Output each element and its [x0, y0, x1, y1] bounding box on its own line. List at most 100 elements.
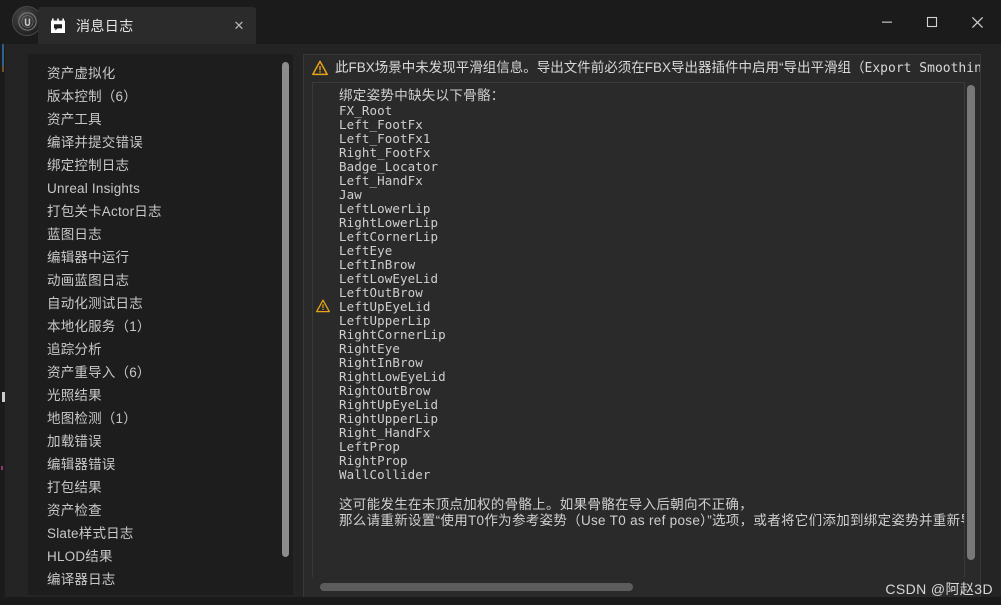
log-message-panel: 此FBX场景中未发现平滑组信息。导出文件前必须在FBX导出器插件中启用“导出平滑…: [303, 54, 981, 605]
log-line[interactable]: [313, 482, 964, 497]
log-line[interactable]: RightLowerLip: [313, 215, 964, 230]
sidebar-item[interactable]: 本地化服务（1）: [28, 315, 293, 338]
log-line[interactable]: RightCornerLip: [313, 327, 964, 342]
log-line[interactable]: Left_FootFx: [313, 117, 964, 132]
log-category-list: 资产虚拟化 版本控制（6） 资产工具 编译并提交错误 绑定控制日志 Unreal Insi…: [28, 54, 293, 591]
log-line-text: RightUpperLip: [339, 411, 439, 426]
sidebar-item[interactable]: HLOD结果: [28, 545, 293, 568]
log-horizontal-scrollbar-thumb[interactable]: [320, 583, 633, 591]
edge-pink-segment: [1, 466, 3, 470]
log-line[interactable]: LeftUpEyeLid: [313, 300, 964, 314]
warning-icon: [312, 60, 328, 76]
sidebar-item[interactable]: 绑定控制日志: [28, 154, 293, 177]
sidebar-item[interactable]: 编辑器中运行: [28, 246, 293, 269]
log-line[interactable]: Left_HandFx: [313, 173, 964, 188]
log-line[interactable]: LeftProp: [313, 439, 964, 454]
log-line-text: Badge_Locator: [339, 159, 439, 174]
sidebar-item[interactable]: 资产工具: [28, 108, 293, 131]
sidebar-item[interactable]: 蓝图日志: [28, 223, 293, 246]
log-line-text: LeftLowEyeLid: [339, 271, 439, 286]
title-bar: 消息日志 ✕: [5, 0, 1001, 44]
log-line[interactable]: LeftLowerLip: [313, 201, 964, 216]
tab-title: 消息日志: [76, 17, 134, 34]
watermark: CSDN @阿赵3D: [885, 581, 993, 597]
window-close-button[interactable]: [954, 0, 1001, 44]
log-line-text: LeftLowerLip: [339, 201, 431, 216]
log-line-text: RightCornerLip: [339, 327, 446, 342]
log-line-text: Right_HandFx: [339, 425, 431, 440]
log-line[interactable]: 那么请重新设置“使用T0作为参考姿势（Use T0 as ref pose）”选…: [313, 513, 964, 529]
log-line[interactable]: Jaw: [313, 188, 964, 202]
sidebar-item[interactable]: 编辑器错误: [28, 453, 293, 476]
log-line[interactable]: LeftEye: [313, 244, 964, 258]
sidebar-item[interactable]: 地图检测（1）: [28, 407, 293, 430]
log-line-text: LeftProp: [339, 439, 401, 454]
log-line[interactable]: Left_FootFx1: [313, 131, 964, 146]
log-line-text: 这可能发生在未顶点加权的骨骼上。如果骨骼在导入后朝向不正确，: [339, 497, 753, 512]
log-line[interactable]: RightOutBrow: [313, 383, 964, 398]
close-icon[interactable]: ✕: [230, 17, 248, 35]
log-header-text-mono: Export Smoothing Grou: [864, 61, 980, 76]
sidebar-item[interactable]: 光照结果: [28, 384, 293, 407]
log-line[interactable]: 这可能发生在未顶点加权的骨骼上。如果骨骼在导入后朝向不正确，: [313, 497, 964, 513]
log-line-text: RightLowEyeLid: [339, 369, 446, 384]
log-line-text: Left_FootFx1: [339, 131, 431, 146]
sidebar-item[interactable]: 资产检查: [28, 499, 293, 522]
sidebar-scrollbar[interactable]: [282, 62, 289, 587]
log-line-text: RightLowerLip: [339, 215, 439, 230]
sidebar-item[interactable]: 资产重导入（6）: [28, 361, 293, 384]
window-body: 资产虚拟化 版本控制（6） 资产工具 编译并提交错误 绑定控制日志 Unreal Insi…: [5, 44, 1001, 605]
log-header-text-cjk: 此FBX场景中未发现平滑组信息。导出文件前必须在FBX导出器插件中启用“导出平滑…: [335, 60, 865, 75]
log-horizontal-scrollbar[interactable]: [314, 583, 964, 591]
log-line[interactable]: LeftCornerLip: [313, 230, 964, 244]
log-line[interactable]: RightProp: [313, 454, 964, 468]
sidebar-item[interactable]: 资产虚拟化: [28, 62, 293, 85]
sidebar-item[interactable]: 编译器日志: [28, 568, 293, 591]
sidebar-item[interactable]: 动画蓝图日志: [28, 269, 293, 292]
log-line[interactable]: RightInBrow: [313, 355, 964, 370]
tab-message-log[interactable]: 消息日志 ✕: [38, 7, 256, 44]
log-line[interactable]: FX_Root: [313, 103, 964, 118]
sidebar-item[interactable]: 编译并提交错误: [28, 131, 293, 154]
log-line[interactable]: WallCollider: [313, 467, 964, 482]
sidebar-scrollbar-thumb[interactable]: [282, 62, 289, 557]
log-line-text: Left_FootFx: [339, 117, 423, 132]
log-line-text: LeftUpperLip: [339, 313, 431, 328]
sidebar-item[interactable]: 打包结果: [28, 476, 293, 499]
log-line-text: WallCollider: [339, 467, 431, 482]
log-vertical-scrollbar-thumb[interactable]: [967, 85, 975, 560]
message-log-window: 消息日志 ✕ 资产虚拟化 版本控制（6） 资产工具 编译并提交错误 绑定控制日志…: [0, 0, 1001, 605]
minimize-button[interactable]: [864, 0, 909, 44]
log-line-text: RightEye: [339, 341, 401, 356]
sidebar-item[interactable]: 加载错误: [28, 430, 293, 453]
sidebar-item[interactable]: 自动化测试日志: [28, 292, 293, 315]
log-line[interactable]: LeftOutBrow: [313, 286, 964, 300]
log-line[interactable]: LeftLowEyeLid: [313, 271, 964, 286]
sidebar-item[interactable]: 版本控制（6）: [28, 85, 293, 108]
log-line[interactable]: LeftInBrow: [313, 258, 964, 272]
log-line[interactable]: Right_HandFx: [313, 425, 964, 440]
log-line[interactable]: RightUpEyeLid: [313, 398, 964, 412]
log-line[interactable]: Badge_Locator: [313, 159, 964, 174]
maximize-button[interactable]: [909, 0, 954, 44]
log-line-text: RightInBrow: [339, 355, 423, 370]
log-line-text: RightOutBrow: [339, 383, 431, 398]
sidebar-item[interactable]: Slate样式日志: [28, 522, 293, 545]
log-line[interactable]: RightUpperLip: [313, 411, 964, 426]
log-line-text: 绑定姿势中缺失以下骨骼：: [339, 88, 505, 103]
log-line[interactable]: RightLowEyeLid: [313, 369, 964, 384]
log-line-text: FX_Root: [339, 103, 393, 118]
sidebar-item[interactable]: 打包关卡Actor日志: [28, 200, 293, 223]
log-scroll-viewport: 绑定姿势中缺失以下骨骼： FX_Root Left_FootFx Left_FootF…: [312, 82, 965, 577]
edge-amber-segment: [2, 66, 4, 72]
sidebar-item[interactable]: 追踪分析: [28, 338, 293, 361]
log-line[interactable]: RightEye: [313, 341, 964, 356]
log-line[interactable]: Right_FootFx: [313, 146, 964, 160]
log-line-text: Left_HandFx: [339, 173, 423, 188]
log-header-message[interactable]: 此FBX场景中未发现平滑组信息。导出文件前必须在FBX导出器插件中启用“导出平滑…: [304, 55, 980, 82]
sidebar-item[interactable]: Unreal Insights: [28, 177, 293, 200]
log-line[interactable]: 绑定姿势中缺失以下骨骼：: [313, 88, 964, 104]
log-line[interactable]: LeftUpperLip: [313, 313, 964, 328]
log-vertical-scrollbar[interactable]: [967, 85, 975, 577]
log-category-sidebar: 资产虚拟化 版本控制（6） 资产工具 编译并提交错误 绑定控制日志 Unreal Insi…: [28, 54, 293, 595]
